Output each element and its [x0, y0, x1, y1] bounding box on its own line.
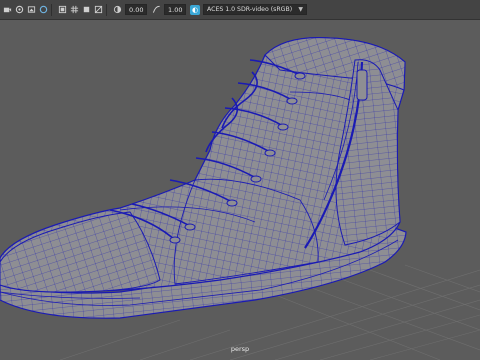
3d-viewport[interactable]: persp	[0, 20, 480, 360]
grid-icon[interactable]	[70, 5, 79, 14]
xray-icon[interactable]	[94, 5, 103, 14]
maya-viewport-panel: 0.00 1.00 ◐ ACES 1.0 SDR-video (sRGB) ▼	[0, 0, 480, 360]
camera-icon[interactable]	[3, 5, 12, 14]
color-space-label: ACES 1.0 SDR-video (sRGB)	[207, 6, 293, 13]
camera-name-label: persp	[230, 345, 250, 353]
bookmark-icon[interactable]	[15, 5, 24, 14]
color-management-icon[interactable]: ◐	[190, 4, 200, 15]
color-space-dropdown[interactable]: ACES 1.0 SDR-video (sRGB) ▼	[203, 4, 307, 15]
exposure-icon[interactable]	[113, 5, 122, 14]
gamma-icon[interactable]	[152, 5, 161, 14]
gamma-field[interactable]: 1.00	[164, 4, 186, 15]
toolbar-divider	[51, 3, 52, 16]
viewport-toolbar: 0.00 1.00 ◐ ACES 1.0 SDR-video (sRGB) ▼	[0, 0, 480, 20]
isolate-icon[interactable]	[82, 5, 91, 14]
zipper-pull	[356, 69, 368, 101]
film-gate-icon[interactable]	[39, 5, 48, 14]
viewport-canvas	[0, 37, 480, 360]
toolbar-divider	[106, 3, 107, 16]
shoe-model	[0, 37, 407, 319]
image-plane-icon[interactable]	[27, 5, 36, 14]
resolution-gate-icon[interactable]	[58, 5, 67, 14]
exposure-field[interactable]: 0.00	[125, 4, 147, 15]
chevron-down-icon: ▼	[298, 6, 303, 13]
